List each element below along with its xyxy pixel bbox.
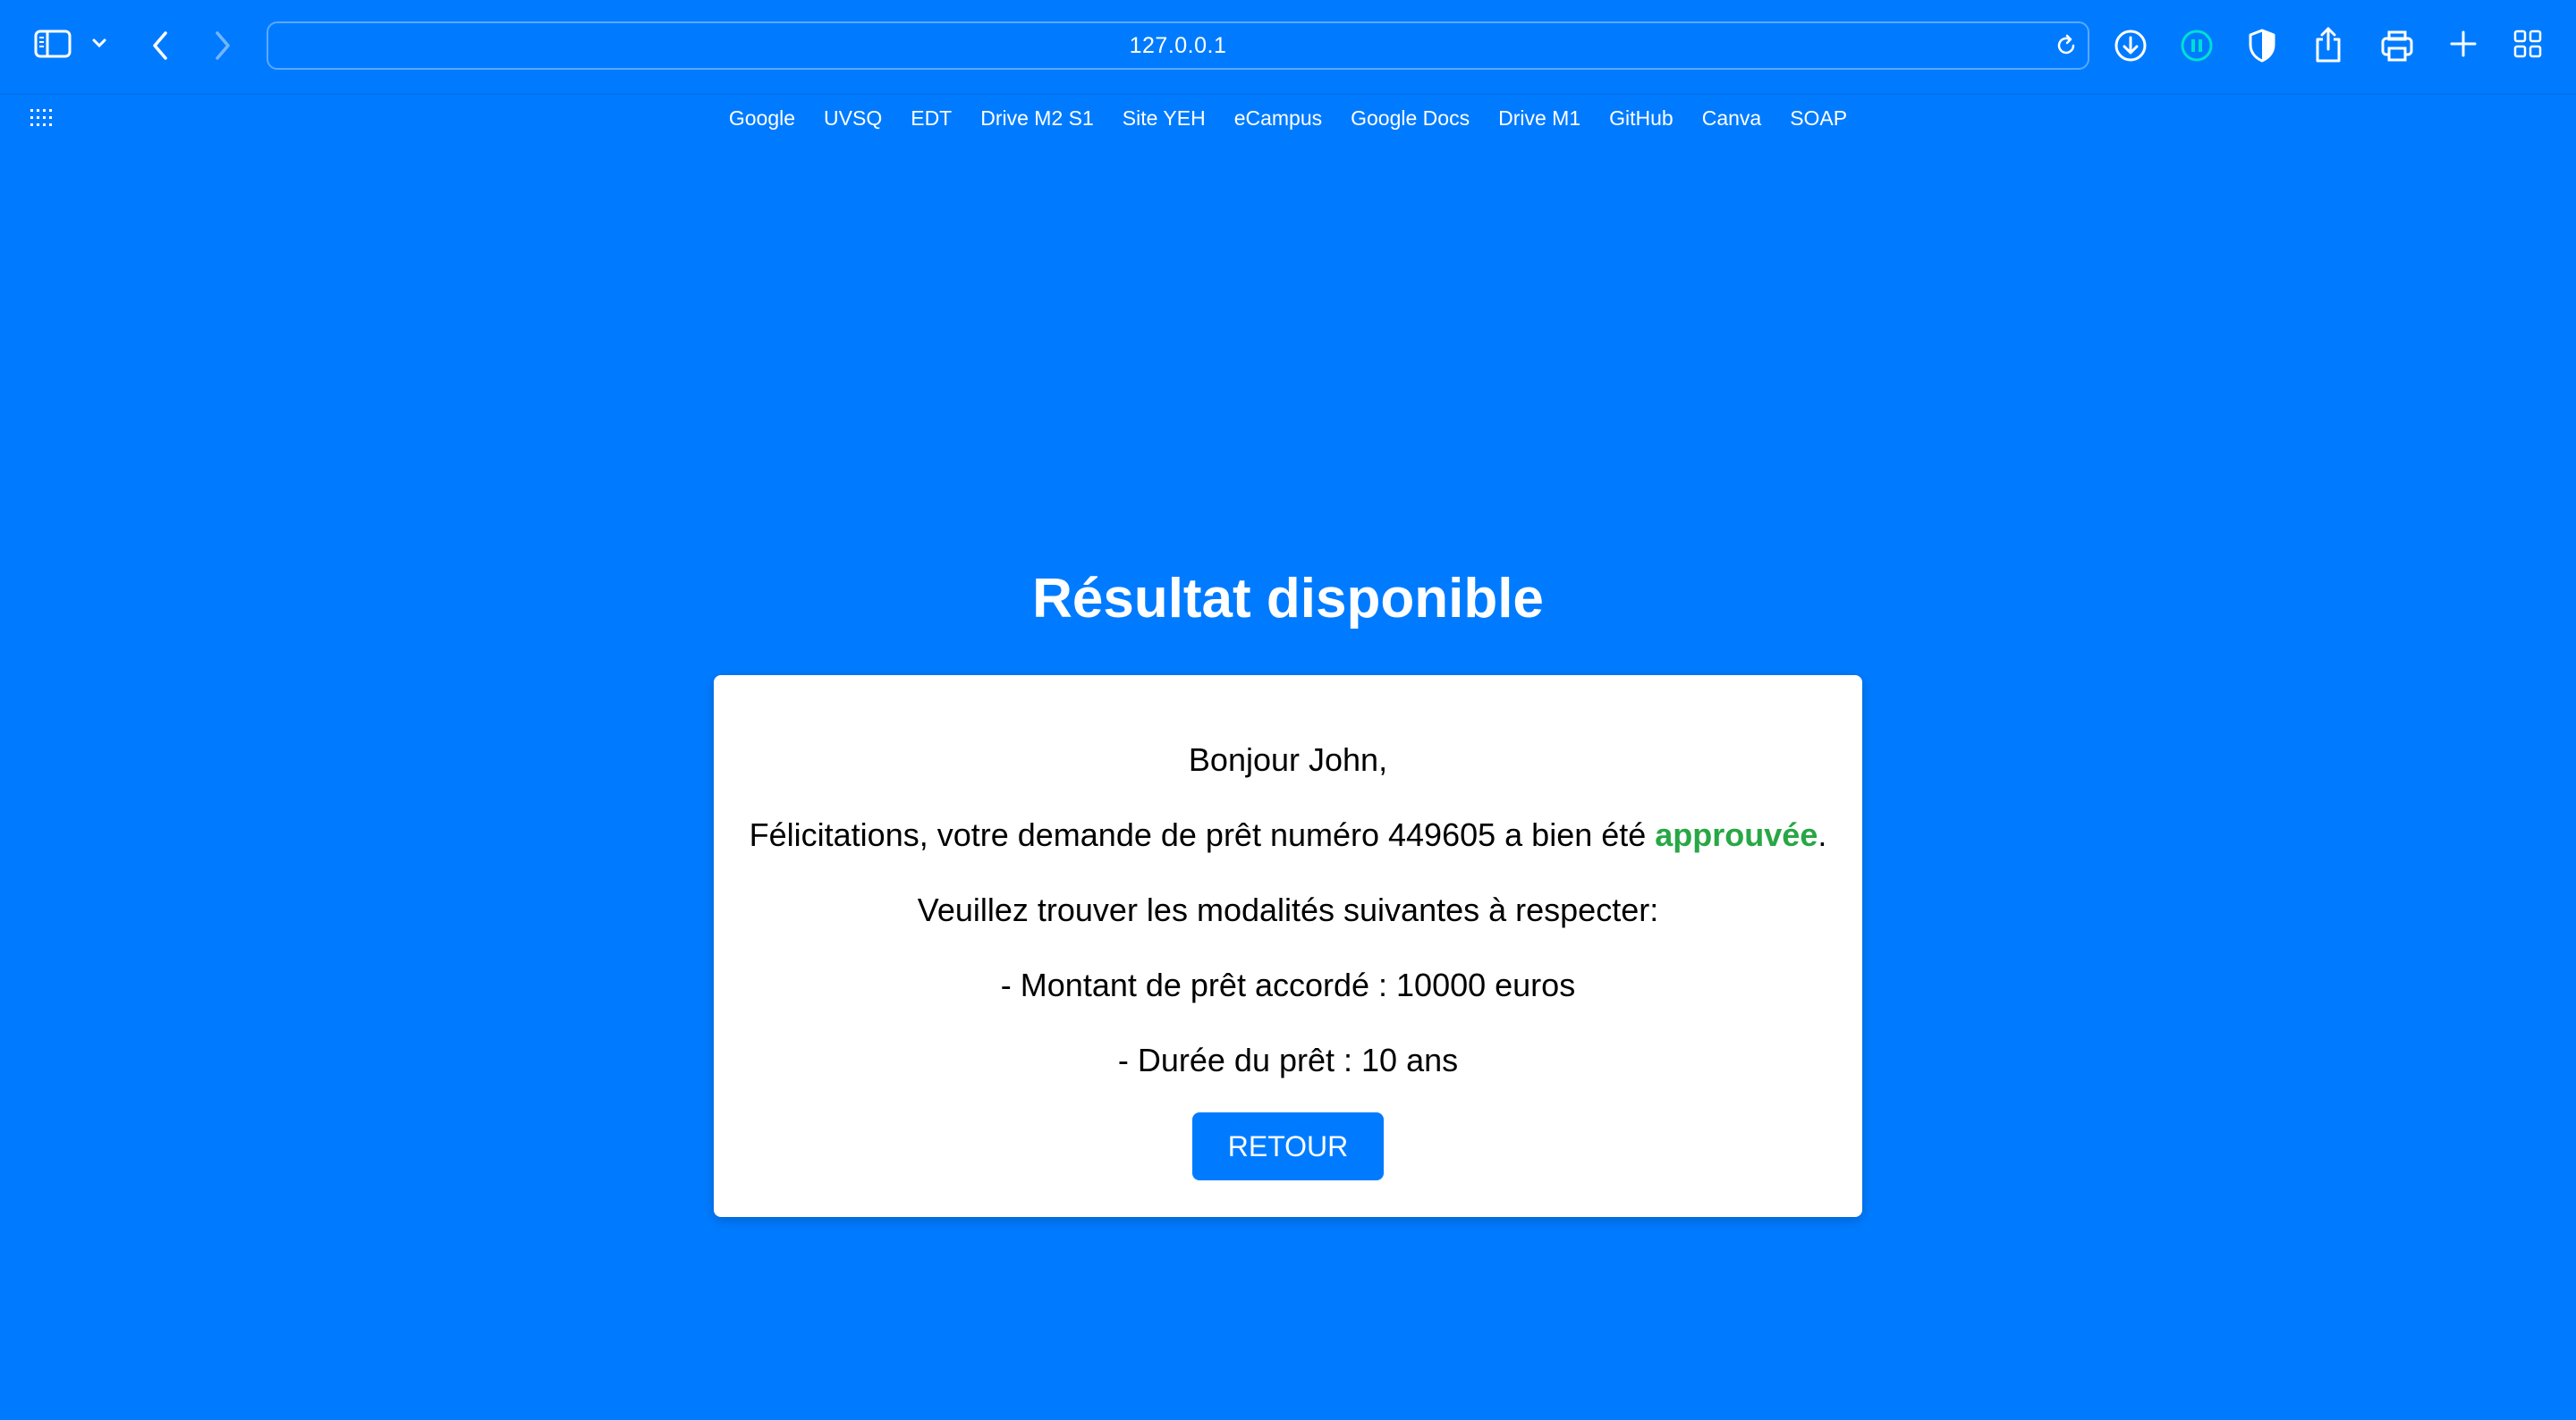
bookmark-drive-m1[interactable]: Drive M1: [1484, 106, 1595, 131]
address-text: 127.0.0.1: [1129, 32, 1227, 58]
address-bar[interactable]: 127.0.0.1: [267, 21, 2089, 70]
bookmark-drive-m2-s1[interactable]: Drive M2 S1: [966, 106, 1108, 131]
tab-grid-icon[interactable]: [2513, 30, 2542, 58]
plus-icon[interactable]: [2449, 30, 2478, 58]
approval-message-prefix: Félicitations, votre demande de prêt num…: [749, 816, 1656, 853]
bookmark-github[interactable]: GitHub: [1595, 106, 1688, 131]
share-icon[interactable]: [2313, 25, 2343, 64]
sidebar-icon[interactable]: [34, 30, 72, 58]
download-icon[interactable]: [2114, 29, 2148, 63]
result-card: Bonjour John, Félicitations, votre deman…: [714, 675, 1862, 1217]
loan-amount: - Montant de prêt accordé : 10000 euros: [1000, 967, 1576, 1003]
bookmark-list: Google UVSQ EDT Drive M2 S1 Site YEH eCa…: [0, 106, 2576, 131]
bookmark-google-docs[interactable]: Google Docs: [1336, 106, 1484, 131]
terms-intro: Veuillez trouver les modalités suivantes…: [917, 892, 1659, 928]
forward-icon[interactable]: [213, 30, 233, 61]
approval-message: Félicitations, votre demande de prêt num…: [714, 816, 1862, 855]
loan-duration: - Durée du prêt : 10 ans: [1117, 1042, 1459, 1078]
bookmark-canva[interactable]: Canva: [1688, 106, 1775, 131]
reload-icon[interactable]: [2054, 33, 2079, 58]
browser-toolbar: 127.0.0.1: [0, 0, 2576, 95]
bookmark-edt[interactable]: EDT: [896, 106, 966, 131]
bookmark-site-yeh[interactable]: Site YEH: [1108, 106, 1220, 131]
pause-icon[interactable]: [2180, 29, 2214, 63]
bookmark-soap[interactable]: SOAP: [1775, 106, 1861, 131]
retour-button[interactable]: RETOUR: [1192, 1112, 1384, 1180]
approval-message-suffix: .: [1818, 816, 1827, 853]
bookmark-ecampus[interactable]: eCampus: [1220, 106, 1336, 131]
back-icon[interactable]: [150, 30, 170, 61]
greeting-text: Bonjour John,: [1188, 741, 1388, 778]
page-title: Résultat disponible: [1032, 568, 1544, 630]
print-icon[interactable]: [2379, 29, 2415, 63]
chevron-down-icon[interactable]: [91, 38, 107, 48]
bookmarks-bar: Google UVSQ EDT Drive M2 S1 Site YEH eCa…: [0, 95, 2576, 141]
bookmark-google[interactable]: Google: [715, 106, 809, 131]
approval-status: approuvée: [1655, 816, 1818, 853]
bookmark-uvsq[interactable]: UVSQ: [809, 106, 896, 131]
shield-icon[interactable]: [2247, 28, 2277, 63]
